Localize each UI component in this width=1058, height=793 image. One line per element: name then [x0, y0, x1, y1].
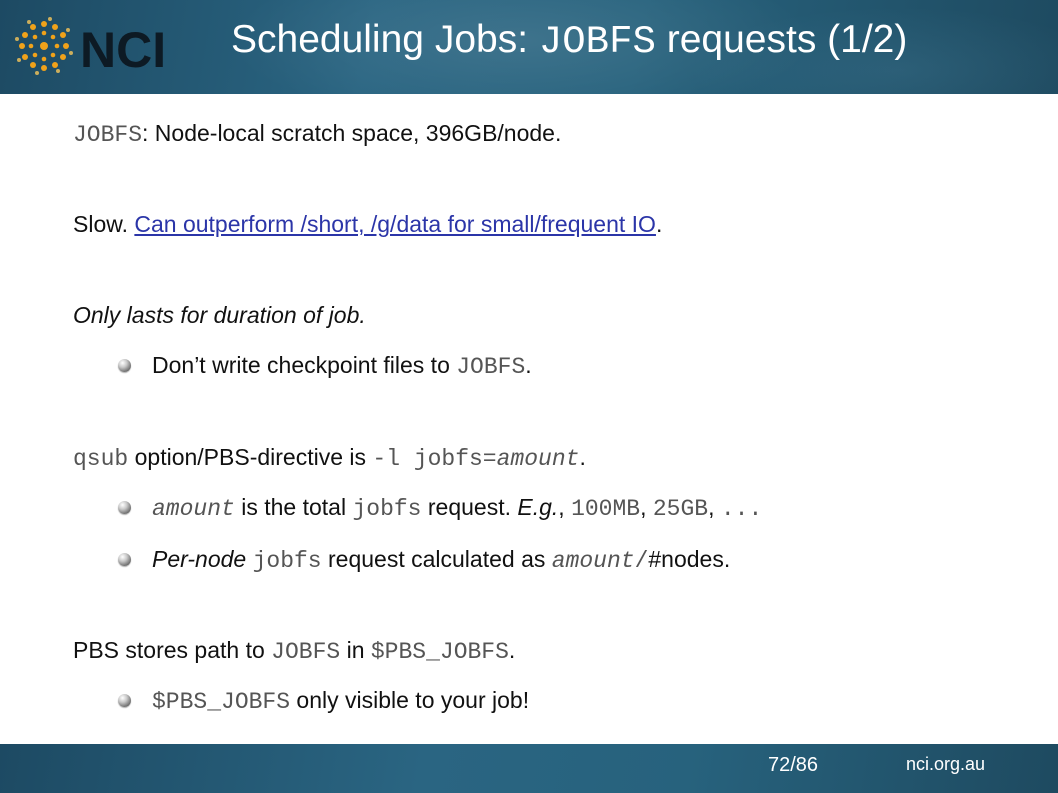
title-suffix: requests (1/2): [655, 18, 908, 61]
pbs-path-note: PBS stores path to JOBFS in $PBS_JOBFS.: [73, 637, 516, 665]
nci-logo: NCI: [15, 17, 166, 78]
bullet-icon: [118, 553, 131, 566]
page-title: Scheduling Jobs: JOBFS requests (1/2): [231, 18, 907, 64]
checkpoint-warning: Don’t write checkpoint files to JOBFS.: [152, 352, 532, 380]
per-node-note: Per-node jobfs request calculated as amo…: [152, 546, 731, 574]
performance-note: Slow. Can outperform /short, /g/data for…: [73, 211, 663, 237]
bullet-icon: [118, 501, 131, 514]
title-code: JOBFS: [538, 20, 656, 64]
slide-header: NCI Scheduling Jobs: JOBFS requests (1/2…: [0, 0, 1058, 94]
site-url[interactable]: nci.org.au: [906, 754, 985, 775]
jobfs-definition: JOBFS: Node-local scratch space, 396GB/n…: [73, 120, 562, 148]
slide-content: JOBFS: Node-local scratch space, 396GB/n…: [0, 94, 1058, 744]
qsub-option: qsub option/PBS-directive is -l jobfs=am…: [73, 444, 586, 472]
logo-text: NCI: [80, 22, 166, 78]
performance-link[interactable]: Can outperform /short, /g/data for small…: [134, 211, 656, 237]
page-number: 72/86: [768, 754, 819, 776]
bullet-icon: [118, 694, 131, 707]
duration-note: Only lasts for duration of job.: [73, 302, 366, 328]
visibility-note: $PBS_JOBFS only visible to your job!: [152, 687, 530, 715]
bullet-icon: [118, 359, 131, 372]
slide-footer: 72/86 nci.org.au: [0, 744, 1058, 793]
title-prefix: Scheduling Jobs:: [231, 18, 539, 61]
amount-explanation: amount is the total jobfs request. E.g.,…: [152, 494, 763, 522]
